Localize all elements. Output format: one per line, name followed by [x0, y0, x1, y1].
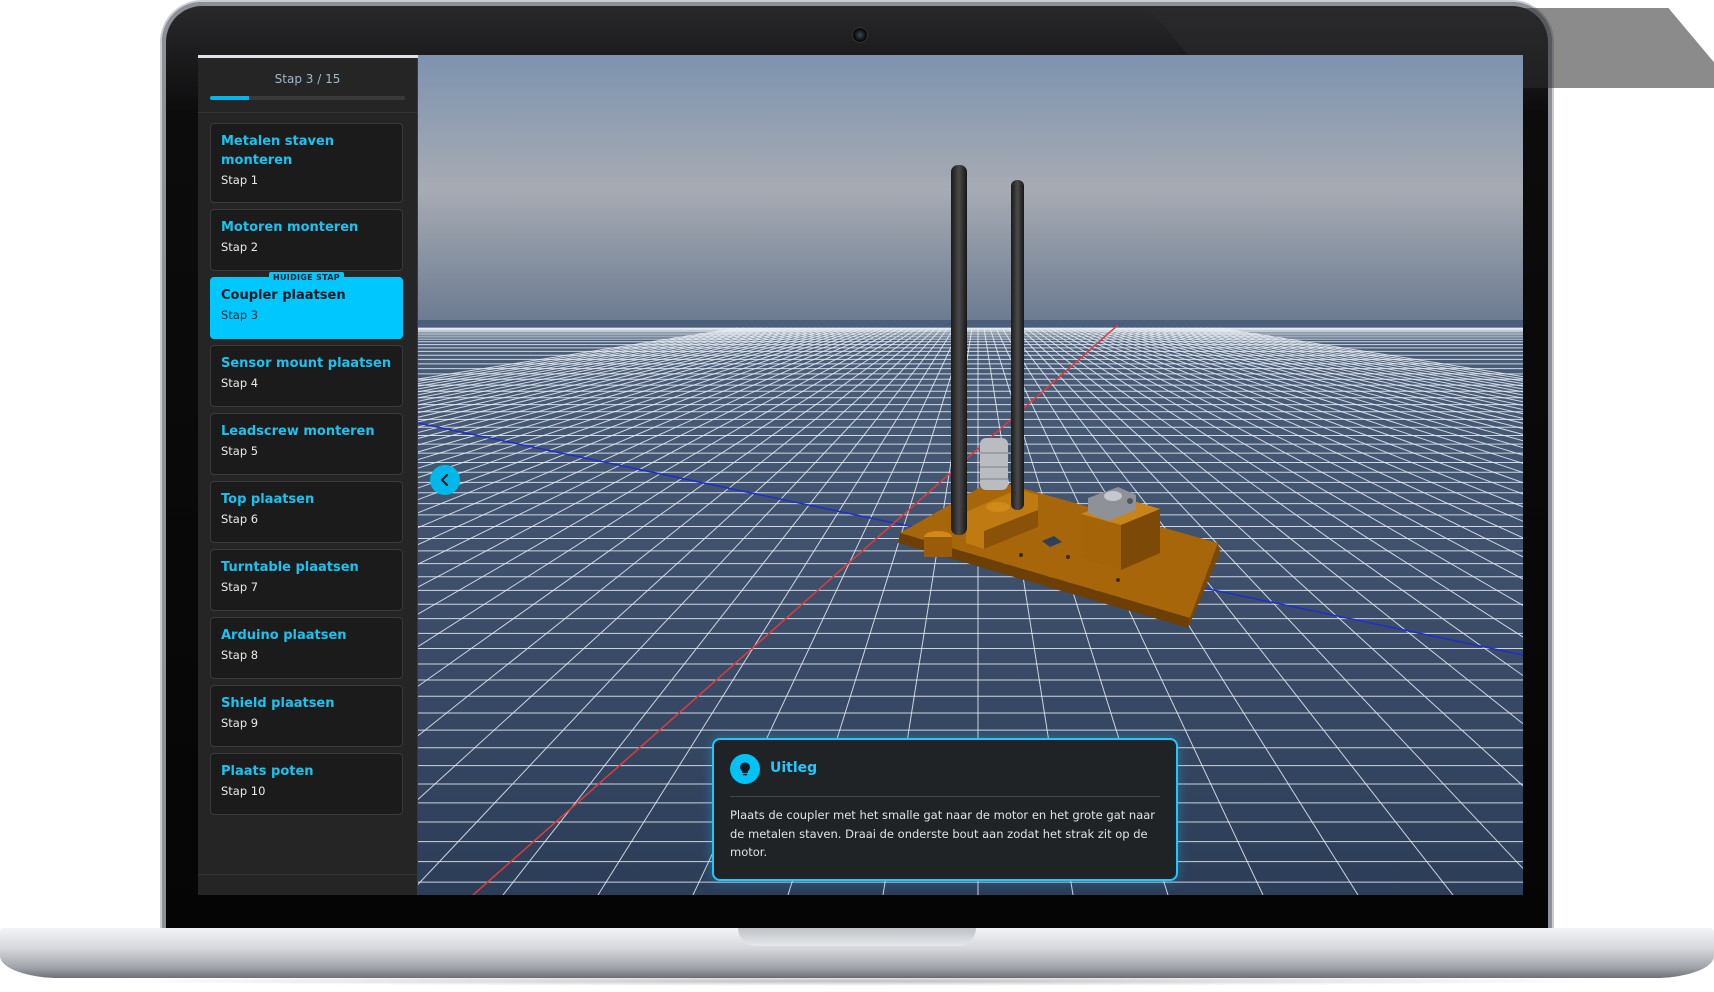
lightbulb-icon [730, 754, 760, 784]
step-title: Shield plaatsen [221, 696, 335, 711]
step-title: Arduino plaatsen [221, 628, 347, 643]
explanation-header: Uitleg [730, 754, 1160, 797]
step-number: Stap 4 [221, 376, 259, 390]
step-number: Stap 7 [221, 580, 259, 594]
sky [418, 55, 1523, 355]
steps-sidebar: Stap 3 / 15 Metalen staven monteren Stap… [198, 58, 418, 895]
rod-holder-left-body [924, 537, 952, 557]
progress-label: Stap 3 / 15 [274, 72, 341, 86]
step-title: Top plaatsen [221, 492, 315, 507]
progress-bar [210, 96, 405, 100]
step-number: Stap 1 [221, 173, 259, 187]
progress-header: Stap 3 / 15 [198, 58, 417, 113]
explanation-title: Uitleg [770, 760, 818, 776]
step-item-4[interactable]: Sensor mount plaatsen Stap 4 [210, 345, 403, 407]
step-item-3[interactable]: HUIDIGE STAP Coupler plaatsen Stap 3 [210, 272, 403, 339]
step-title: Motoren monteren [221, 220, 359, 235]
step-number: Stap 6 [221, 512, 259, 526]
plate-screw [1019, 553, 1023, 557]
step-list: Metalen staven monteren Stap 1 Motoren m… [210, 123, 403, 821]
rod-holder-right [986, 502, 1010, 512]
step-title: Turntable plaatsen [221, 560, 359, 575]
step-item-2[interactable]: Motoren monteren Stap 2 [210, 209, 403, 271]
metal-rod-left [951, 165, 967, 535]
step-number: Stap 2 [221, 240, 259, 254]
step-title: Leadscrew monteren [221, 424, 375, 439]
step-item-8[interactable]: Arduino plaatsen Stap 8 [210, 617, 403, 679]
progress-bar-fill [210, 96, 249, 100]
step-item-6[interactable]: Top plaatsen Stap 6 [210, 481, 403, 543]
step-title: Sensor mount plaatsen [221, 356, 392, 371]
current-step-badge: HUIDIGE STAP [269, 272, 344, 283]
step-item-5[interactable]: Leadscrew monteren Stap 5 [210, 413, 403, 475]
step-number: Stap 9 [221, 716, 259, 730]
camera-icon [852, 27, 868, 43]
step-number: Stap 10 [221, 784, 266, 798]
step-number: Stap 5 [221, 444, 259, 458]
step-title: Coupler plaatsen [221, 288, 346, 303]
metal-rod-right [1011, 180, 1024, 510]
laptop-base-notch [738, 928, 976, 946]
explanation-text: Plaats de coupler met het smalle gat naa… [730, 808, 1156, 859]
step-item-1[interactable]: Metalen staven monteren Stap 1 [210, 123, 403, 203]
laptop-shadow [90, 976, 1624, 986]
app-screen: Stap 3 / 15 Metalen staven monteren Stap… [198, 55, 1523, 895]
chevron-left-icon [440, 473, 449, 487]
step-item-7[interactable]: Turntable plaatsen Stap 7 [210, 549, 403, 611]
step-item-10[interactable]: Plaats poten Stap 10 [210, 753, 403, 815]
collapse-sidebar-button[interactable] [430, 465, 460, 495]
sidebar-footer-divider [198, 874, 417, 875]
step-number: Stap 8 [221, 648, 259, 662]
3d-viewport[interactable]: Uitleg Plaats de coupler met het smalle … [418, 55, 1523, 895]
coupler [980, 438, 1008, 490]
explanation-panel: Uitleg Plaats de coupler met het smalle … [712, 738, 1178, 881]
step-title: Metalen staven monteren [221, 134, 335, 168]
step-title: Plaats poten [221, 764, 314, 779]
step-item-9[interactable]: Shield plaatsen Stap 9 [210, 685, 403, 747]
plate-screw [1116, 578, 1120, 582]
step-number: Stap 3 [221, 308, 259, 322]
plate-screw [1066, 555, 1070, 559]
